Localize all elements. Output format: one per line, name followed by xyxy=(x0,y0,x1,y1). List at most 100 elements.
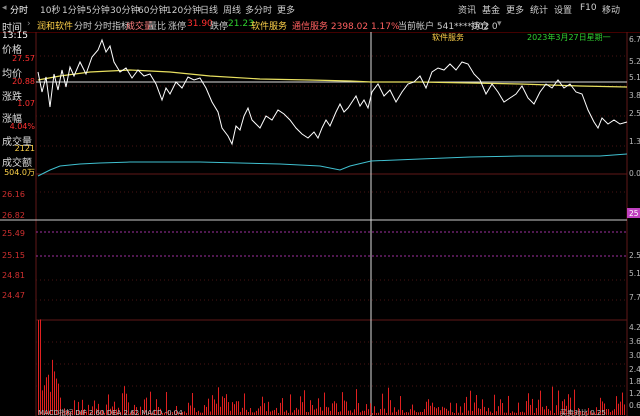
volume-bar xyxy=(186,412,187,415)
volume-bar xyxy=(618,403,619,415)
volume-bar xyxy=(342,392,343,415)
tab-30min[interactable]: 30分钟 xyxy=(110,3,139,16)
axis-right-5: 2.5 xyxy=(629,109,640,118)
tab-volume-ratio[interactable]: 量比 xyxy=(148,19,166,32)
chevron-down-icon[interactable]: ▾ xyxy=(497,19,502,29)
axis-vol-1: 4.2 xyxy=(629,323,640,332)
volume-bar xyxy=(196,412,197,415)
volume-bar xyxy=(212,395,213,415)
volume-bar xyxy=(374,406,375,415)
volume-bar xyxy=(442,406,443,415)
volume-bar xyxy=(306,411,307,415)
volume-bar xyxy=(484,406,485,415)
volume-bar xyxy=(536,408,537,415)
volume-bar xyxy=(38,320,39,415)
volume-bar xyxy=(378,412,379,415)
volume-bar xyxy=(502,402,503,415)
tab-5min[interactable]: 5分钟 xyxy=(86,3,110,16)
menu-f10[interactable]: F10 xyxy=(580,3,597,13)
tab-fenshi-indicator[interactable]: 分时指标 xyxy=(94,19,130,32)
volume-bar xyxy=(410,409,411,415)
price-flag: 25 xyxy=(629,209,639,218)
volume-bar xyxy=(258,408,259,415)
volume-bar xyxy=(246,409,247,415)
pct-value: 4.04% xyxy=(9,122,35,131)
volume-bar xyxy=(436,408,437,415)
volume-bar xyxy=(450,402,451,415)
tab-fenshi[interactable]: 分时 xyxy=(10,3,28,16)
volume-bar xyxy=(352,412,353,415)
tab-multi[interactable]: 多分时 xyxy=(245,3,272,16)
volume-bar xyxy=(490,411,491,415)
axis-right-mid-1: 2.5 xyxy=(629,251,640,260)
sector-tag: 软件服务 xyxy=(432,32,464,42)
period-toolbar: ◂ 分时 10秒 1分钟 5分钟 30分钟 60分钟 120分钟 日线 周线 多… xyxy=(0,0,640,18)
volume-bar xyxy=(272,410,273,415)
volume-bar xyxy=(534,412,535,415)
menu-stats[interactable]: 统计 xyxy=(530,3,548,16)
volume-bar xyxy=(428,399,429,415)
volume-bar xyxy=(290,394,291,415)
volume-bar xyxy=(238,401,239,415)
tab-weekly[interactable]: 周线 xyxy=(223,3,241,16)
volume-bar xyxy=(452,412,453,415)
volume-bar xyxy=(508,395,509,415)
tab-more[interactable]: 更多 xyxy=(277,3,295,16)
tab-120min[interactable]: 120分钟 xyxy=(166,3,201,16)
volume-bar xyxy=(512,411,513,415)
volume-bar xyxy=(616,396,617,415)
volume-bar xyxy=(256,410,257,415)
volume-bar xyxy=(482,399,483,415)
volume-bar xyxy=(360,412,361,415)
volume-bar xyxy=(622,392,623,415)
volume-bar xyxy=(284,411,285,415)
volume-bar xyxy=(612,410,613,415)
volume-bar xyxy=(472,410,473,415)
arrow-left-icon[interactable]: ◂ xyxy=(2,3,7,13)
volume-bar xyxy=(228,402,229,415)
menu-move[interactable]: 移动 xyxy=(602,3,620,16)
tab-60min[interactable]: 60分钟 xyxy=(138,3,167,16)
axis-right-mid-2: 5.1 xyxy=(629,269,640,278)
tab-fenshi-sub[interactable]: 分时 xyxy=(74,19,92,32)
volume-bar xyxy=(456,403,457,415)
volume-bar xyxy=(232,402,233,415)
axis-right-3: 5.1 xyxy=(629,73,640,82)
menu-fund[interactable]: 基金 xyxy=(482,3,500,16)
volume-bar xyxy=(308,412,309,415)
volume-bar xyxy=(314,409,315,415)
volume-bar xyxy=(474,402,475,415)
tab-10s[interactable]: 10秒 xyxy=(40,3,60,16)
axis-right-2: 5.2 xyxy=(629,57,640,66)
volume-bar xyxy=(366,404,367,415)
index-quote: 通信服务 2398.02 1.17% xyxy=(292,22,400,32)
tab-daily[interactable]: 日线 xyxy=(200,3,218,16)
volume-bar xyxy=(424,409,425,415)
volume-bar xyxy=(292,412,293,415)
volume-bar xyxy=(350,410,351,415)
tab-1min[interactable]: 1分钟 xyxy=(62,3,86,16)
volume-bar xyxy=(328,407,329,415)
volume-bar xyxy=(496,411,497,415)
intraday-chart[interactable]: 26.16 26.82 25.49 25.15 24.81 24.47 6.7 … xyxy=(0,32,640,416)
menu-settings[interactable]: 设置 xyxy=(554,3,572,16)
volume-bar xyxy=(242,407,243,415)
volume-bar xyxy=(208,398,209,415)
axis-vol-5: 1.8 xyxy=(629,377,640,386)
volume-bar xyxy=(418,412,419,415)
volume-bar xyxy=(416,412,417,415)
volume-bar xyxy=(544,409,545,415)
stock-name[interactable]: 润和软件 xyxy=(37,19,73,32)
volume-bar xyxy=(266,411,267,415)
volume-bars xyxy=(38,319,625,415)
volume-bar xyxy=(552,386,553,415)
chevron-right-icon[interactable]: › xyxy=(27,19,31,29)
menu-news[interactable]: 资讯 xyxy=(458,3,476,16)
volume-bar xyxy=(372,412,373,415)
menu-more[interactable]: 更多 xyxy=(506,3,524,16)
sector-name[interactable]: 软件服务 xyxy=(251,19,287,32)
volume-bar xyxy=(240,411,241,415)
volume-bar xyxy=(326,406,327,415)
volume-bar xyxy=(404,412,405,415)
volume-bar xyxy=(494,394,495,415)
